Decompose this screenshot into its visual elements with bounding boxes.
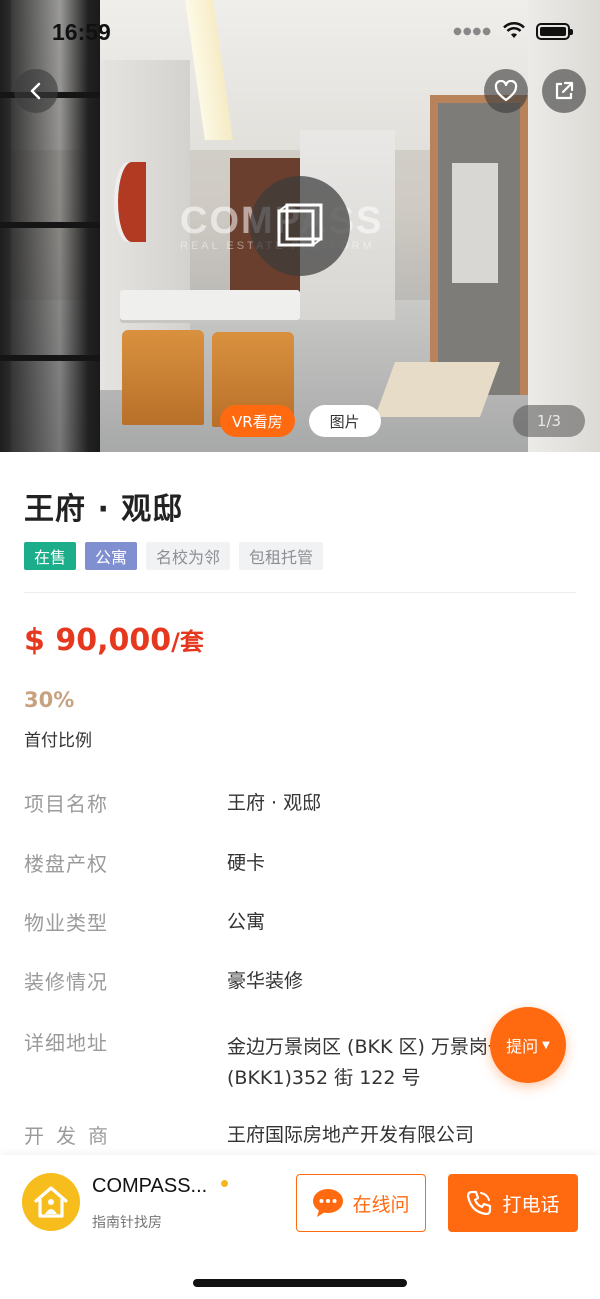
photo-rug (374, 362, 501, 417)
tab-photos[interactable]: 图片 (308, 405, 381, 437)
info-value: 豪华装修 (227, 970, 304, 992)
photo-dining-table (120, 290, 300, 320)
bottom-bar: COMPASS... 指南针找房 在线问 打电话 (0, 1155, 600, 1299)
photo-right-wall (528, 0, 600, 452)
agent-name[interactable]: COMPASS... (92, 1175, 207, 1198)
down-payment-value: 30% (24, 688, 75, 712)
info-row-decoration: 装修情况 豪华装修 (24, 966, 584, 997)
call-label: 打电话 (502, 1193, 560, 1216)
down-payment-label: 首付比例 (24, 731, 92, 751)
chat-label: 在线问 (352, 1193, 410, 1216)
photo-wall-art (118, 162, 146, 242)
photo-right-door (430, 95, 528, 395)
info-row-project-name: 项目名称 王府 · 观邸 (24, 788, 584, 819)
share-icon (555, 81, 574, 100)
info-value: 公寓 (227, 911, 266, 933)
phone-icon (467, 1190, 492, 1216)
photo-counter: 1/3 (513, 405, 585, 437)
price-unit: /套 (171, 628, 204, 656)
media-tabs: VR看房 图片 (220, 405, 381, 437)
online-chat-button[interactable]: 在线问 (296, 1174, 426, 1232)
photo-shelf (0, 0, 100, 452)
feature-tag: 名校为邻 (146, 542, 231, 570)
price-amount: $ 90,000 (24, 623, 172, 658)
vr-view-button[interactable] (250, 176, 350, 276)
info-label: 详细地址 (24, 1031, 108, 1055)
avatar[interactable] (22, 1173, 80, 1231)
tag-list: 在售 公寓 名校为邻 包租托管 (24, 542, 324, 570)
tab-vr[interactable]: VR看房 (220, 405, 295, 437)
info-value: 王府国际房地产开发有限公司 (227, 1124, 475, 1146)
info-value: 王府 · 观邸 (227, 792, 322, 814)
info-row-developer: 开发商 王府国际房地产开发有限公司 (24, 1120, 584, 1151)
agent-subtitle: 指南针找房 (92, 1215, 162, 1231)
favorite-button[interactable] (484, 69, 528, 113)
share-button[interactable] (542, 69, 586, 113)
status-time: 16:59 (52, 19, 111, 45)
photo-chair (122, 330, 204, 425)
status-badge: 在售 (24, 542, 77, 570)
property-title: 王府 · 观邸 (24, 492, 184, 527)
chat-bubble-icon (313, 1189, 344, 1217)
vr-cube-icon (277, 203, 323, 247)
heart-icon (494, 80, 518, 102)
wifi-icon (503, 22, 525, 38)
status-icons: ●●●● (453, 22, 573, 40)
signal-icon: ●●●● (453, 25, 492, 37)
info-label: 项目名称 (24, 792, 108, 816)
info-row-property-type: 物业类型 公寓 (24, 907, 584, 938)
price: $ 90,000/套 (24, 622, 204, 658)
info-value: 硬卡 (227, 852, 266, 874)
info-label: 楼盘产权 (24, 852, 108, 876)
info-label: 开发商 (24, 1124, 120, 1148)
home-indicator[interactable] (193, 1279, 407, 1287)
feature-tag: 包租托管 (239, 542, 324, 570)
house-person-icon (34, 1186, 68, 1218)
ask-question-button[interactable]: 提问 ▼ (490, 1007, 566, 1083)
property-detail-page: COMPASS REAL ESTATE PLATFORM 16:59 ●●●● (0, 0, 600, 1299)
type-badge: 公寓 (85, 542, 138, 570)
info-row-title-deed: 楼盘产权 硬卡 (24, 848, 584, 879)
info-label: 装修情况 (24, 970, 108, 994)
info-label: 物业类型 (24, 911, 108, 935)
call-button[interactable]: 打电话 (448, 1174, 578, 1232)
chevron-left-icon (30, 82, 41, 100)
ask-label: 提问 (506, 1037, 539, 1056)
battery-icon (536, 22, 573, 40)
caret-down-icon: ▼ (542, 1039, 550, 1051)
online-status-dot (221, 1180, 228, 1187)
back-button[interactable] (14, 69, 58, 113)
divider (24, 592, 576, 593)
